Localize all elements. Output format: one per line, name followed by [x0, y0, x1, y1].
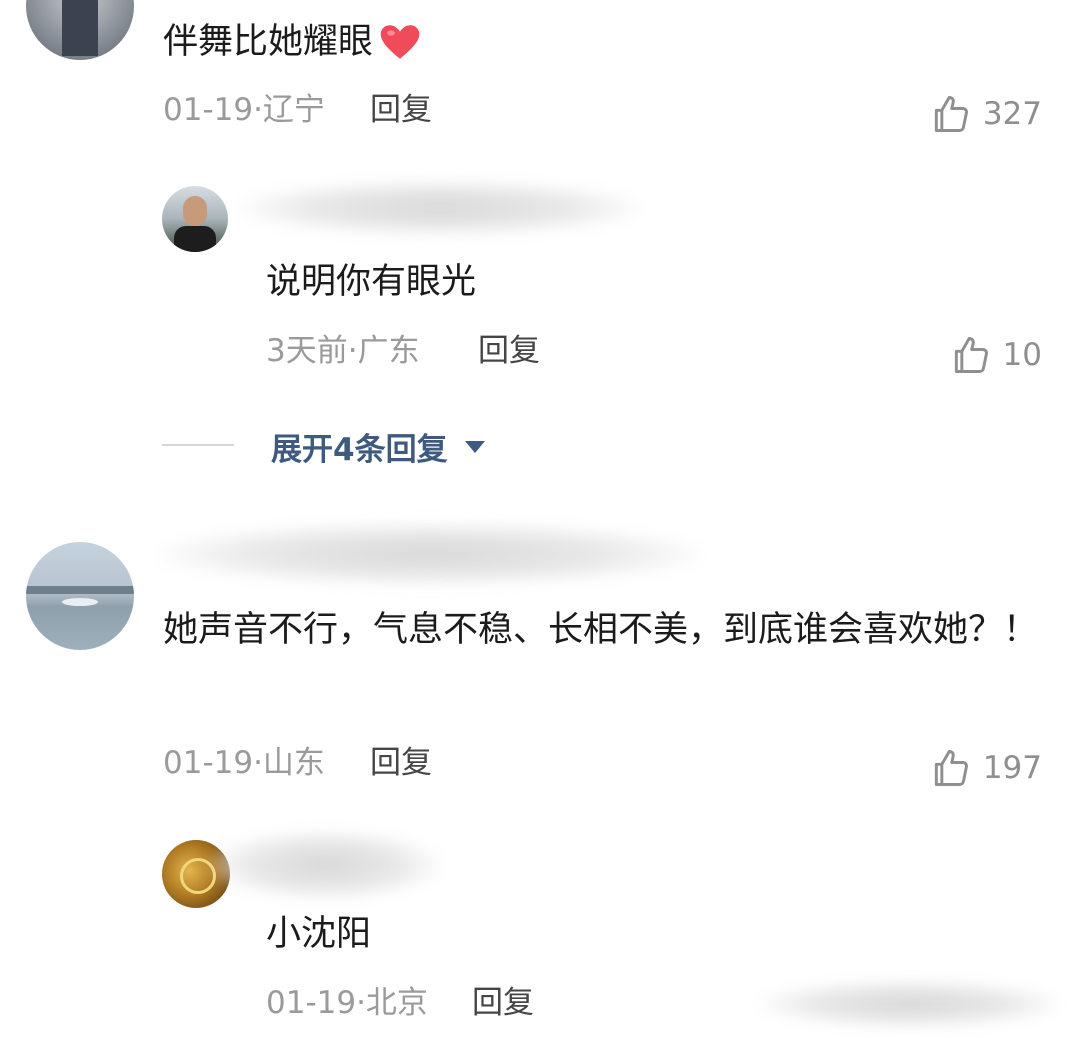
obscured-like-area [760, 980, 1060, 1028]
caret-down-icon [464, 440, 485, 453]
like-count: 327 [982, 96, 1042, 132]
blurred-username [210, 830, 440, 900]
like-button[interactable]: 197 [929, 746, 1042, 790]
reply-button[interactable]: 回复 [478, 331, 540, 371]
like-button[interactable]: 10 [949, 333, 1042, 377]
comment-text: 她声音不行，气息不稳、长相不美，到底谁会喜欢她？！ [163, 610, 1039, 650]
expand-replies-button[interactable]: 展开4条回复 [271, 424, 486, 469]
avatar-body [174, 226, 216, 252]
like-count: 197 [982, 750, 1042, 786]
comment-meta: 01-19·山东 [163, 745, 325, 781]
blurred-username [240, 180, 640, 236]
avatar[interactable] [26, 542, 134, 650]
red-heart-icon [379, 24, 421, 60]
comment-meta: 01-19·辽宁 [163, 92, 325, 128]
like-count: 10 [1002, 337, 1042, 373]
thumbs-up-icon [954, 337, 988, 373]
divider [162, 444, 234, 446]
reply-button[interactable]: 回复 [370, 743, 432, 783]
avatar[interactable] [26, 0, 134, 60]
thumbs-up-icon [934, 750, 968, 786]
expand-replies-label: 展开4条回复 [271, 432, 448, 468]
comment-text-content: 伴舞比她耀眼 [163, 22, 374, 62]
reply-button[interactable]: 回复 [472, 983, 534, 1023]
comment-meta: 01-19·北京 [266, 985, 428, 1021]
comment-text: 小沈阳 [266, 914, 372, 954]
comment-text: 伴舞比她耀眼 [163, 20, 421, 64]
reply-button[interactable]: 回复 [370, 90, 432, 130]
blurred-username [160, 522, 700, 586]
avatar[interactable] [162, 186, 228, 252]
avatar-horizon [26, 586, 134, 594]
like-button[interactable]: 327 [929, 92, 1042, 136]
thumbs-up-icon [934, 96, 968, 132]
avatar-face [183, 196, 207, 226]
avatar-figure [62, 0, 98, 56]
comment-meta: 3天前·广东 [266, 333, 420, 369]
comment-text: 说明你有眼光 [266, 262, 477, 302]
avatar-bird [62, 598, 98, 606]
